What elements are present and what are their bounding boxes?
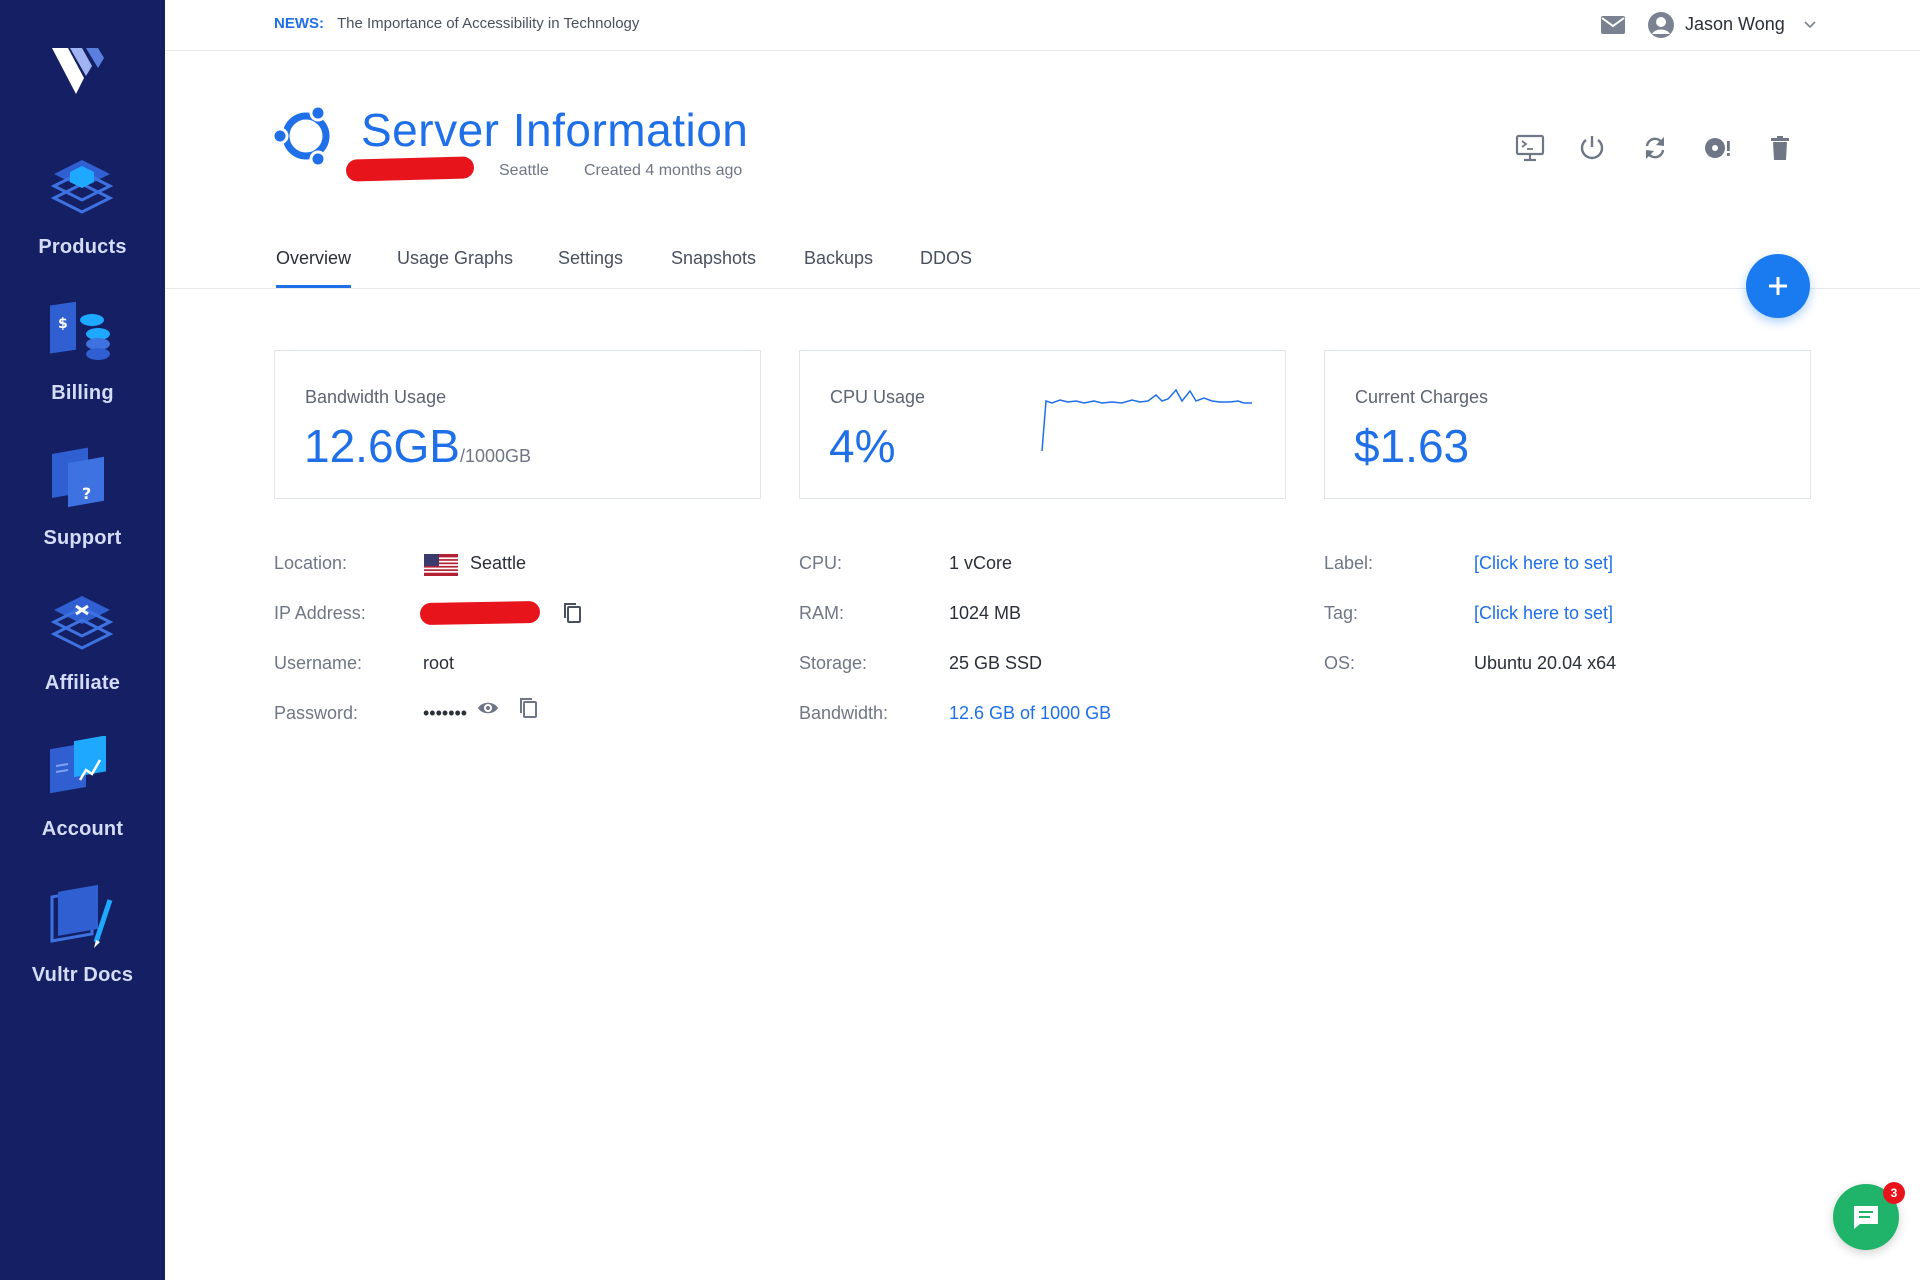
sidebar: Products $ Billing ? Support Affiliate A… xyxy=(0,0,165,1280)
sidebar-item-label: Affiliate xyxy=(44,672,121,694)
chat-button[interactable]: 3 xyxy=(1833,1182,1905,1250)
ram-label: RAM: xyxy=(799,603,844,623)
mail-icon[interactable] xyxy=(1599,12,1627,38)
chevron-down-icon[interactable] xyxy=(1803,18,1817,32)
sidebar-item-support[interactable]: ? Support xyxy=(0,445,165,575)
bandwidth-link[interactable]: 12.6 GB of 1000 GB xyxy=(949,703,1111,724)
tab-settings[interactable]: Settings xyxy=(558,248,623,285)
bandwidth-unit: /1000GB xyxy=(460,446,532,466)
tab-ddos[interactable]: DDOS xyxy=(920,248,972,285)
billing-icon: $ xyxy=(50,301,110,360)
password-value: ••••••• xyxy=(423,703,468,723)
sidebar-item-products[interactable]: Products xyxy=(0,154,165,284)
redaction-mark xyxy=(345,156,475,182)
sidebar-item-vultr-docs[interactable]: Vultr Docs xyxy=(0,882,165,1012)
sidebar-item-label: Account xyxy=(41,818,124,840)
news-link[interactable]: The Importance of Accessibility in Techn… xyxy=(337,15,639,32)
redaction-mark xyxy=(419,600,541,626)
tab-backups[interactable]: Backups xyxy=(804,248,873,285)
power-icon[interactable] xyxy=(1577,133,1607,163)
bandwidth-label: Bandwidth: xyxy=(799,703,889,723)
card-label: CPU Usage xyxy=(830,387,926,407)
cpu-label: CPU: xyxy=(799,553,843,573)
user-name[interactable]: Jason Wong xyxy=(1685,14,1785,35)
username-label: Username: xyxy=(274,653,363,673)
password-label: Password: xyxy=(274,703,359,723)
support-icon: ? xyxy=(52,447,104,508)
top-bar: NEWS: The Importance of Accessibility in… xyxy=(165,0,1920,51)
tab-bar: Overview Usage Graphs Settings Snapshots… xyxy=(165,236,1920,289)
add-button[interactable] xyxy=(1746,254,1810,318)
news-tag: NEWS: xyxy=(274,15,324,32)
affiliate-icon xyxy=(50,596,114,650)
sidebar-item-affiliate[interactable]: Affiliate xyxy=(0,590,165,720)
tab-snapshots[interactable]: Snapshots xyxy=(671,248,756,285)
ip-label: IP Address: xyxy=(274,603,366,623)
page-title: Server Information xyxy=(361,104,749,156)
sidebar-item-label: Products xyxy=(38,236,127,258)
tag-label: Tag: xyxy=(1324,603,1359,623)
notification-badge: 3 xyxy=(1883,1182,1905,1204)
card-label: Current Charges xyxy=(1355,387,1489,407)
cpu-value: 1 vCore xyxy=(949,553,1013,573)
eye-icon[interactable] xyxy=(476,696,500,720)
us-flag-icon xyxy=(424,554,458,576)
tab-usage-graphs[interactable]: Usage Graphs xyxy=(397,248,513,285)
server-created: Created 4 months ago xyxy=(584,162,743,179)
set-tag-link[interactable]: [Click here to set] xyxy=(1474,603,1613,624)
sidebar-item-label: Vultr Docs xyxy=(31,964,134,986)
chat-icon xyxy=(1854,1206,1878,1229)
bandwidth-value: 12.6GB xyxy=(304,420,460,472)
svg-text:?: ? xyxy=(82,484,91,503)
ubuntu-logo-icon xyxy=(272,104,330,168)
console-icon[interactable] xyxy=(1515,133,1545,163)
location-value: Seattle xyxy=(470,553,527,573)
account-icon xyxy=(50,736,106,794)
storage-value: 25 GB SSD xyxy=(949,653,1043,673)
sidebar-item-account[interactable]: Account xyxy=(0,736,165,866)
bandwidth-card: Bandwidth Usage 12.6GB/1000GB xyxy=(274,350,761,499)
sidebar-item-billing[interactable]: $ Billing xyxy=(0,300,165,430)
sidebar-item-label: Support xyxy=(43,527,122,549)
docs-icon xyxy=(50,884,113,948)
delete-icon[interactable] xyxy=(1765,133,1795,163)
cpu-card: CPU Usage 4% xyxy=(799,350,1286,499)
user-avatar-icon[interactable] xyxy=(1647,11,1675,39)
cpu-sparkline xyxy=(1041,388,1252,452)
username-value: root xyxy=(423,653,455,673)
tab-overview[interactable]: Overview xyxy=(276,248,352,288)
os-value: Ubuntu 20.04 x64 xyxy=(1474,653,1617,673)
ram-value: 1024 MB xyxy=(949,603,1022,623)
sidebar-item-label: Billing xyxy=(51,382,114,404)
storage-label: Storage: xyxy=(799,653,868,673)
restart-icon[interactable] xyxy=(1640,133,1670,163)
products-icon xyxy=(50,160,114,214)
card-value: 12.6GB/1000GB xyxy=(304,419,531,473)
location-label: Location: xyxy=(274,553,348,573)
server-location: Seattle xyxy=(499,162,549,179)
copy-icon[interactable] xyxy=(516,696,540,720)
charges-card: Current Charges $1.63 xyxy=(1324,350,1811,499)
charges-value: $1.63 xyxy=(1354,420,1470,472)
svg-text:$: $ xyxy=(58,316,68,332)
label-label: Label: xyxy=(1324,553,1374,573)
copy-icon[interactable] xyxy=(560,601,584,625)
os-label: OS: xyxy=(1324,653,1356,673)
cpu-value: 4% xyxy=(829,420,896,472)
reinstall-icon[interactable] xyxy=(1702,133,1732,163)
vultr-logo[interactable] xyxy=(48,44,114,98)
set-label-link[interactable]: [Click here to set] xyxy=(1474,553,1613,574)
plus-icon xyxy=(1769,277,1787,295)
card-label: Bandwidth Usage xyxy=(305,387,447,407)
